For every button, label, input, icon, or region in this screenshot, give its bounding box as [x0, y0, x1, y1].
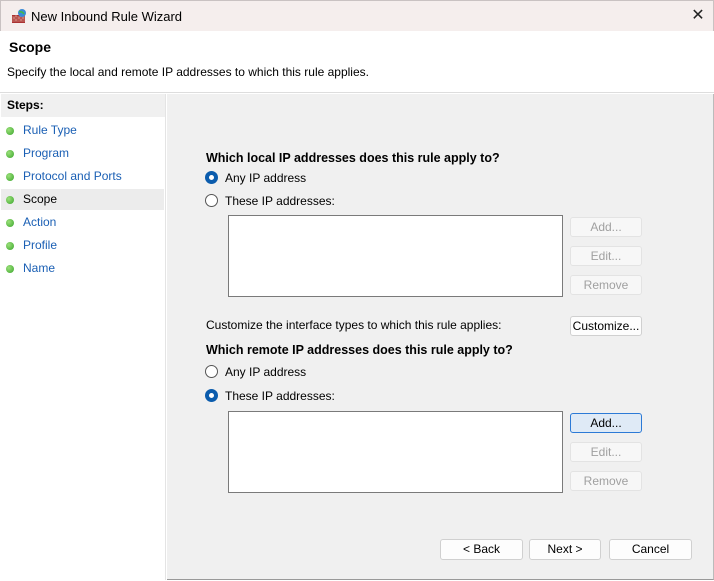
- page-description: Specify the local and remote IP addresse…: [7, 65, 369, 79]
- remote-add-button[interactable]: Add...: [570, 413, 642, 433]
- remote-any-ip-radio[interactable]: [205, 365, 218, 378]
- back-button[interactable]: < Back: [440, 539, 523, 560]
- local-ip-list[interactable]: [228, 215, 563, 297]
- step-rule-type[interactable]: Rule Type: [1, 120, 164, 141]
- remote-these-ip-radio[interactable]: [205, 389, 218, 402]
- window-title: New Inbound Rule Wizard: [31, 9, 183, 24]
- step-scope[interactable]: Scope: [1, 189, 164, 210]
- main-panel: [167, 94, 714, 580]
- step-label: Protocol and Ports: [23, 169, 122, 183]
- remote-any-ip-label[interactable]: Any IP address: [225, 365, 306, 379]
- step-complete-icon: [6, 196, 14, 204]
- step-action[interactable]: Action: [1, 212, 164, 233]
- page-title: Scope: [9, 39, 52, 55]
- local-remove-button[interactable]: Remove: [570, 275, 642, 295]
- step-label: Profile: [23, 238, 58, 252]
- local-any-ip-label[interactable]: Any IP address: [225, 171, 306, 185]
- step-label: Name: [23, 261, 56, 275]
- local-these-ip-radio[interactable]: [205, 194, 218, 207]
- wizard-header: Scope Specify the local and remote IP ad…: [0, 31, 714, 93]
- firewall-icon: [12, 9, 26, 23]
- remote-ip-heading: Which remote IP addresses does this rule…: [206, 343, 513, 357]
- close-button[interactable]: ✕: [685, 5, 711, 27]
- step-label: Program: [23, 146, 70, 160]
- local-these-ip-label[interactable]: These IP addresses:: [225, 194, 335, 208]
- remote-remove-button[interactable]: Remove: [570, 471, 642, 491]
- step-protocol-and-ports[interactable]: Protocol and Ports: [1, 166, 164, 187]
- local-any-ip-radio[interactable]: [205, 171, 218, 184]
- step-complete-icon: [6, 265, 14, 273]
- step-program[interactable]: Program: [1, 143, 164, 164]
- next-button[interactable]: Next >: [529, 539, 601, 560]
- step-complete-icon: [6, 242, 14, 250]
- step-complete-icon: [6, 173, 14, 181]
- remote-these-ip-label[interactable]: These IP addresses:: [225, 389, 335, 403]
- remote-edit-button[interactable]: Edit...: [570, 442, 642, 462]
- customize-label: Customize the interface types to which t…: [206, 318, 502, 332]
- cancel-button[interactable]: Cancel: [609, 539, 692, 560]
- step-complete-icon: [6, 150, 14, 158]
- step-name[interactable]: Name: [1, 258, 164, 279]
- step-complete-icon: [6, 219, 14, 227]
- customize-button[interactable]: Customize...: [570, 316, 642, 336]
- step-label: Rule Type: [23, 123, 77, 137]
- steps-panel: Steps: Rule Type Program Protocol and Po…: [1, 94, 166, 580]
- step-label: Action: [23, 215, 57, 229]
- step-complete-icon: [6, 127, 14, 135]
- step-profile[interactable]: Profile: [1, 235, 164, 256]
- steps-heading: Steps:: [1, 94, 165, 117]
- local-edit-button[interactable]: Edit...: [570, 246, 642, 266]
- remote-ip-list[interactable]: [228, 411, 563, 493]
- local-add-button[interactable]: Add...: [570, 217, 642, 237]
- local-ip-heading: Which local IP addresses does this rule …: [206, 151, 500, 165]
- title-bar: New Inbound Rule Wizard ✕: [0, 0, 714, 31]
- step-label: Scope: [23, 192, 58, 206]
